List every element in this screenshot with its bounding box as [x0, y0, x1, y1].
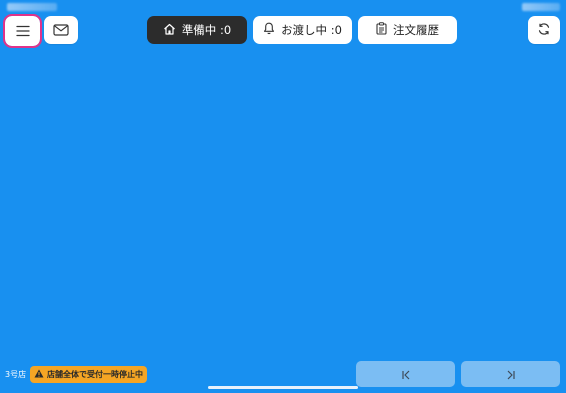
status-bar-right: [522, 3, 560, 11]
hamburger-menu-icon: [15, 22, 30, 41]
menu-button[interactable]: [3, 14, 42, 48]
mail-button[interactable]: [44, 16, 78, 44]
pause-status-label: 店舗全体で受付一時停止中: [47, 370, 143, 379]
tab-handover-label: お渡し中 :0: [281, 23, 342, 37]
tab-order-history[interactable]: 注文履歴: [358, 16, 457, 44]
status-bar-left: [7, 3, 57, 11]
pause-status-badge[interactable]: 店舗全体で受付一時停止中: [30, 366, 147, 383]
clipboard-icon: [376, 22, 387, 38]
home-icon: [163, 23, 176, 38]
store-name: 3号店: [5, 370, 27, 379]
refresh-icon: [537, 21, 551, 40]
last-page-button[interactable]: [461, 361, 560, 387]
skip-to-first-icon: [401, 365, 411, 384]
envelope-icon: [53, 21, 69, 40]
tab-preparing[interactable]: 準備中 :0: [147, 16, 247, 44]
tab-preparing-label: 準備中 :0: [181, 23, 232, 37]
tab-handover[interactable]: お渡し中 :0: [253, 16, 352, 44]
skip-to-last-icon: [506, 365, 516, 384]
bell-icon: [263, 22, 275, 38]
tab-order-history-label: 注文履歴: [393, 23, 439, 37]
warning-icon: [34, 369, 44, 380]
home-indicator: [208, 386, 358, 389]
refresh-button[interactable]: [528, 16, 560, 44]
first-page-button[interactable]: [356, 361, 455, 387]
